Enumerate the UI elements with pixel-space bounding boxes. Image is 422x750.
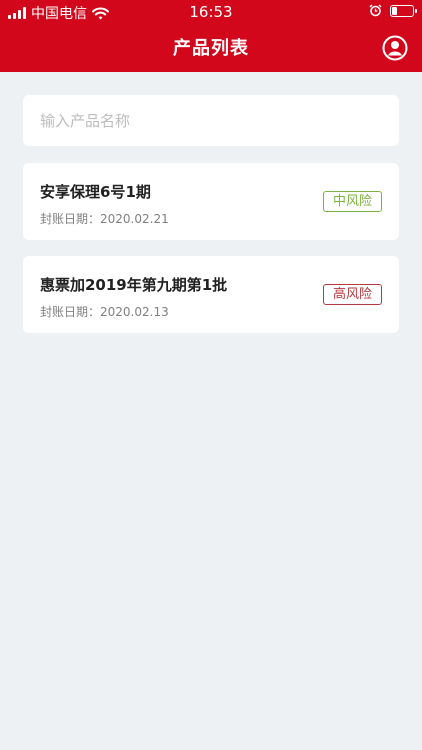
product-card[interactable]: 安享保理6号1期 封账日期：2020.02.21 中风险 [23,163,399,240]
page-title: 产品列表 [173,38,249,59]
user-icon [382,35,408,61]
status-bar: 中国电信 16:53 [0,0,422,24]
product-date: 封账日期：2020.02.13 [40,303,169,320]
status-right [369,4,417,17]
search-input[interactable] [23,95,399,146]
product-name: 惠票加2019年第九期第1批 [40,276,228,294]
product-card[interactable]: 惠票加2019年第九期第1批 封账日期：2020.02.13 高风险 [23,256,399,333]
product-date: 封账日期：2020.02.21 [40,210,169,227]
date-value: 2020.02.21 [100,212,169,226]
user-profile-button[interactable] [382,35,408,61]
battery-icon [390,4,417,17]
risk-badge: 高风险 [322,284,382,305]
date-label: 封账日期： [40,212,101,226]
app-header: 中国电信 16:53 产品列表 [0,0,422,72]
alarm-icon [369,4,382,17]
date-label: 封账日期： [40,305,101,319]
product-name: 安享保理6号1期 [40,183,151,201]
search-box [23,95,399,146]
date-value: 2020.02.13 [100,305,169,319]
status-time: 16:53 [189,3,233,21]
risk-badge: 中风险 [322,191,382,212]
